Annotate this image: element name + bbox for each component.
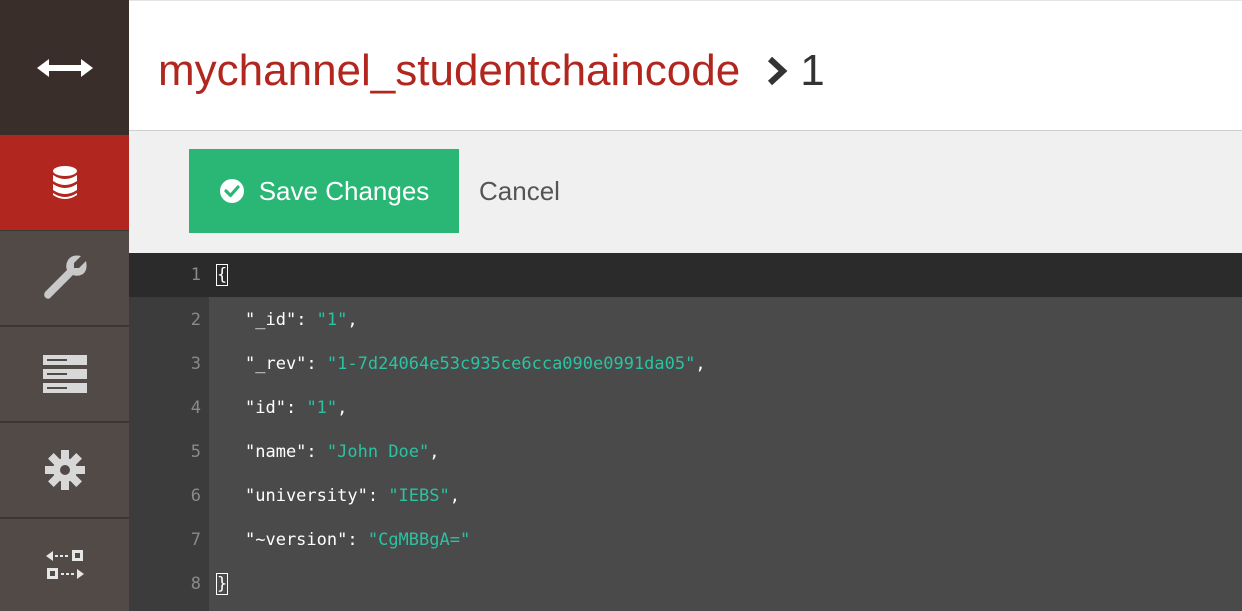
sidebar-item-databases[interactable] xyxy=(0,135,129,230)
chevron-right-icon xyxy=(766,56,788,86)
code-line[interactable]: 7 "~version": "CgMBBgA=" xyxy=(129,518,1242,562)
json-value: "1-7d24064e53c935ce6cca090e0991da05" xyxy=(326,354,696,374)
arrows-horizontal-icon xyxy=(36,58,93,78)
line-number: 7 xyxy=(190,530,201,550)
json-value: "CgMBBgA=" xyxy=(367,530,471,550)
json-value: "1" xyxy=(306,398,338,418)
wrench-icon xyxy=(42,255,88,301)
code-line[interactable]: 2 "_id": "1", xyxy=(129,298,1242,342)
code-line[interactable]: 4 "id": "1", xyxy=(129,386,1242,430)
save-changes-button[interactable]: Save Changes xyxy=(189,149,459,233)
json-key: "name" xyxy=(245,442,307,462)
json-open-brace: { xyxy=(215,264,229,286)
json-key: "_rev" xyxy=(245,354,307,374)
code-line[interactable]: 1 { xyxy=(129,253,1242,297)
sidebar-item-setup[interactable] xyxy=(0,230,129,326)
json-value: "IEBS" xyxy=(388,486,450,506)
sidebar-item-config[interactable] xyxy=(0,422,129,518)
json-value: "John Doe" xyxy=(326,442,430,462)
json-key: "_id" xyxy=(245,310,297,330)
server-stack-icon xyxy=(42,355,87,393)
line-number: 4 xyxy=(190,398,201,418)
sidebar xyxy=(0,0,129,611)
code-line[interactable]: 5 "name": "John Doe", xyxy=(129,430,1242,474)
replication-icon xyxy=(45,549,84,581)
sidebar-item-replication[interactable] xyxy=(0,518,129,611)
json-key: "~version" xyxy=(245,530,348,550)
line-number: 2 xyxy=(190,310,201,330)
line-number: 5 xyxy=(190,442,201,462)
line-number: 8 xyxy=(190,574,201,594)
check-circle-icon xyxy=(219,178,245,204)
json-close-brace: } xyxy=(215,573,229,595)
database-icon xyxy=(52,165,78,200)
doc-toolbar: Save Changes Cancel xyxy=(129,131,1242,253)
breadcrumb-document-id: 1 xyxy=(800,46,825,95)
sidebar-toggle-button[interactable] xyxy=(0,0,129,135)
line-number: 3 xyxy=(190,354,201,374)
line-number: 6 xyxy=(190,486,201,506)
json-value: "1" xyxy=(316,310,348,330)
json-key: "university" xyxy=(245,486,368,506)
json-key: "id" xyxy=(245,398,286,418)
save-changes-label: Save Changes xyxy=(258,175,430,206)
code-line[interactable]: 6 "university": "IEBS", xyxy=(129,474,1242,518)
code-line[interactable]: 8 } xyxy=(129,562,1242,606)
cancel-button[interactable]: Cancel xyxy=(479,171,560,211)
page-header: mychannel_studentchaincode 1 xyxy=(129,0,1242,131)
line-number: 1 xyxy=(190,265,201,285)
sidebar-item-logs[interactable] xyxy=(0,326,129,422)
gear-icon xyxy=(44,450,85,490)
json-code-editor[interactable]: 1 { 2 "_id": "1", 3 "_rev": "1-7d24064e5… xyxy=(129,253,1242,611)
code-line[interactable]: 3 "_rev": "1-7d24064e53c935ce6cca090e099… xyxy=(129,342,1242,386)
breadcrumb: mychannel_studentchaincode 1 xyxy=(158,43,825,99)
breadcrumb-database-link[interactable]: mychannel_studentchaincode xyxy=(158,43,740,99)
